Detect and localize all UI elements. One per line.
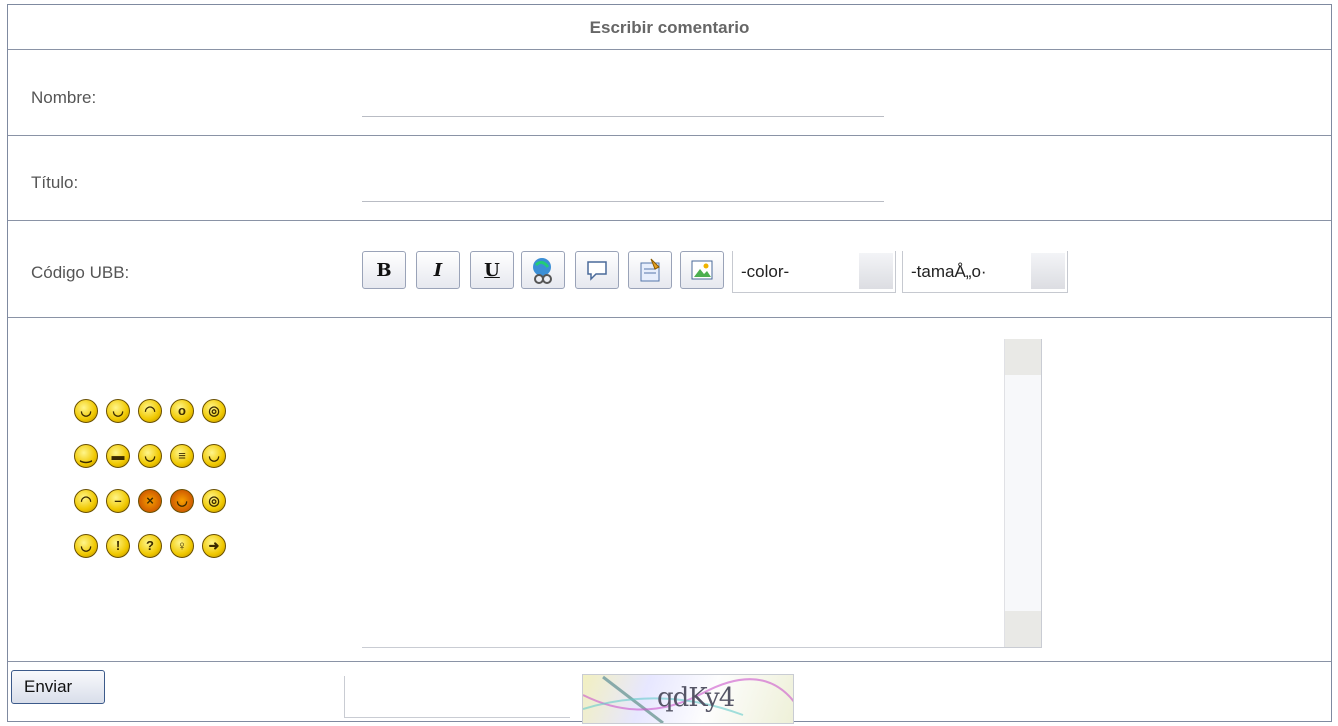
size-select-value: -tamaÅ„o·	[911, 262, 987, 281]
bold-icon: B	[376, 259, 392, 281]
scroll-up-icon[interactable]	[1005, 339, 1041, 375]
name-label: Nombre:	[31, 88, 97, 107]
smiley-icon[interactable]: –	[106, 489, 130, 513]
question-icon[interactable]: ?	[138, 534, 162, 558]
ubb-row: Código UBB: B I U -color- -tamaÅ„o·	[8, 221, 1331, 318]
smiley-icon[interactable]: ◠	[138, 399, 162, 423]
bold-button[interactable]: B	[362, 251, 406, 289]
captcha-input[interactable]	[344, 676, 570, 718]
title-input[interactable]	[362, 177, 884, 202]
captcha-text: qdKy4	[657, 683, 735, 713]
smilies-row: ◡!? ♀ ➜	[74, 534, 284, 579]
code-button[interactable]	[628, 251, 672, 289]
globe-link-icon	[533, 258, 552, 284]
ubb-label: Código UBB:	[31, 263, 130, 282]
speech-bubble-icon	[587, 261, 607, 281]
comment-form: Escribir comentario Nombre: Título: Códi…	[7, 4, 1332, 724]
smiley-icon[interactable]: ◡	[74, 399, 98, 423]
wink-icon[interactable]: ◡	[74, 534, 98, 558]
idea-icon[interactable]: ♀	[170, 534, 194, 558]
italic-icon: I	[433, 259, 443, 281]
submit-row: Enviar qdKy4	[8, 662, 1331, 724]
name-input[interactable]	[362, 92, 884, 117]
smiley-icon[interactable]: ◎	[202, 489, 226, 513]
name-row: Nombre:	[8, 50, 1331, 136]
size-select[interactable]: -tamaÅ„o·	[902, 251, 1068, 293]
smiley-icon[interactable]: ▬	[106, 444, 130, 468]
devil-icon[interactable]: ◡	[170, 489, 194, 513]
smilies-panel: ◡ ◡ ◠ o ◎ ‿ ▬ ◡ ≡ ◡ ◠ – × ◡ ◎ ◡!? ♀ ➜	[74, 399, 284, 579]
image-button[interactable]	[680, 251, 724, 289]
captcha-image: qdKy4	[582, 674, 794, 724]
italic-button[interactable]: I	[416, 251, 460, 289]
exclamation-icon[interactable]: !	[106, 534, 130, 558]
smiley-icon[interactable]: ◡	[202, 444, 226, 468]
dropdown-arrow-icon[interactable]	[1031, 253, 1065, 289]
underline-icon: U	[484, 259, 500, 281]
smiley-icon[interactable]: o	[170, 399, 194, 423]
message-row: ◡ ◡ ◠ o ◎ ‿ ▬ ◡ ≡ ◡ ◠ – × ◡ ◎ ◡!? ♀ ➜	[8, 318, 1331, 662]
color-select[interactable]: -color-	[732, 251, 896, 293]
smiley-icon[interactable]: ‿	[74, 444, 98, 468]
angry-icon[interactable]: ×	[138, 489, 162, 513]
form-title: Escribir comentario	[8, 5, 1331, 50]
message-textarea[interactable]	[362, 339, 1042, 648]
smiley-icon[interactable]: ◠	[74, 489, 98, 513]
smiley-icon[interactable]: ◡	[106, 399, 130, 423]
smilies-row: ‿ ▬ ◡ ≡ ◡	[74, 444, 284, 489]
link-button[interactable]	[521, 251, 565, 289]
arrow-icon[interactable]: ➜	[202, 534, 226, 558]
smiley-icon[interactable]: ≡	[170, 444, 194, 468]
smiley-icon[interactable]: ◎	[202, 399, 226, 423]
scroll-down-icon[interactable]	[1005, 611, 1041, 647]
title-row: Título:	[8, 136, 1331, 221]
color-select-value: -color-	[741, 262, 790, 281]
document-edit-icon	[640, 258, 660, 282]
quote-button[interactable]	[575, 251, 619, 289]
dropdown-arrow-icon[interactable]	[859, 253, 893, 289]
title-label: Título:	[31, 173, 79, 192]
smilies-row: ◠ – × ◡ ◎	[74, 489, 284, 534]
scrollbar[interactable]	[1004, 339, 1041, 647]
image-icon	[691, 260, 713, 280]
underline-button[interactable]: U	[470, 251, 514, 289]
smilies-row: ◡ ◡ ◠ o ◎	[74, 399, 284, 444]
submit-button[interactable]: Enviar	[11, 670, 105, 704]
smiley-icon[interactable]: ◡	[138, 444, 162, 468]
